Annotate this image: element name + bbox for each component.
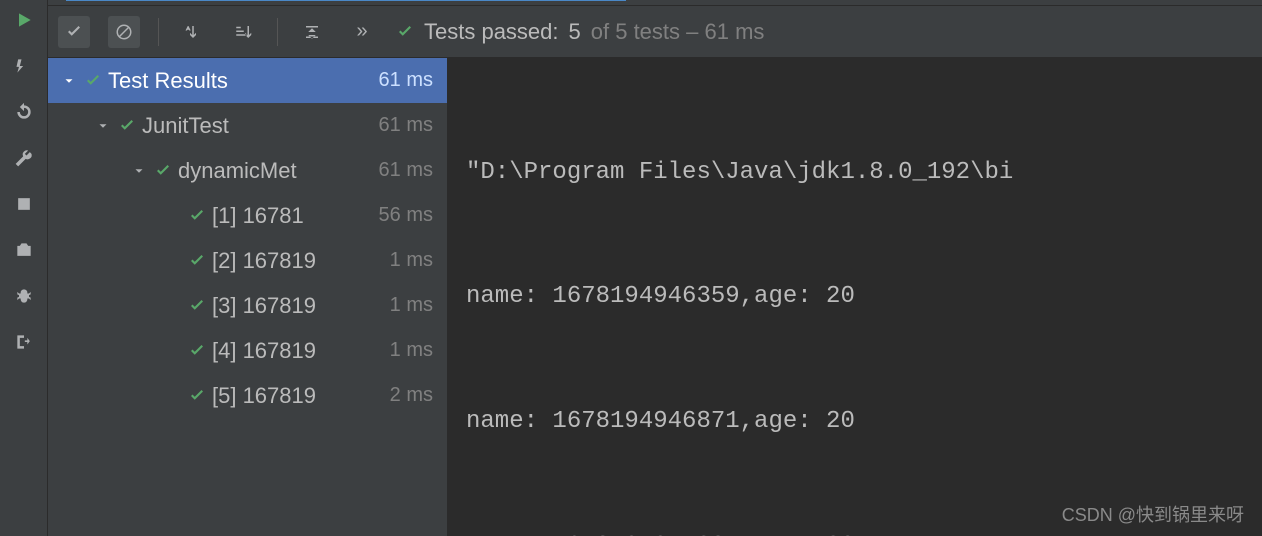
stop-icon[interactable] [12,192,36,216]
console-line: name: 1678194946359,age: 20 [466,274,1244,322]
chevron-down-icon [96,119,112,133]
tree-root[interactable]: Test Results 61 ms [48,58,447,103]
wrench-icon[interactable] [12,146,36,170]
check-icon [188,387,206,405]
exit-icon[interactable] [12,330,36,354]
reuse-icon[interactable] [12,54,36,78]
tree-label: [2] 167819 [212,248,316,274]
chevron-down-icon [62,74,78,88]
side-rail [0,0,48,536]
tree-item[interactable]: [1] 16781 56 ms [48,193,447,238]
test-status: Tests passed: 5 of 5 tests – 61 ms [396,19,764,45]
tree-item[interactable]: [3] 167819 1 ms [48,283,447,328]
tree-label: [4] 167819 [212,338,316,364]
tree-time: 2 ms [384,384,433,407]
content-split: Test Results 61 ms JunitTest 61 ms dynam… [48,58,1262,536]
tree-time: 1 ms [384,294,433,317]
tree-time: 61 ms [373,114,433,137]
tree-suite[interactable]: JunitTest 61 ms [48,103,447,148]
tree-item[interactable]: [5] 167819 2 ms [48,373,447,418]
status-passed-count: 5 [569,19,581,45]
tree-time: 1 ms [384,339,433,362]
status-total: of 5 tests – 61 ms [591,19,765,45]
tree-label: JunitTest [142,113,229,139]
sort-alpha-button[interactable] [177,16,209,48]
console-line: name: 1678194946871,age: 20 [466,398,1244,446]
tree-label: dynamicMet [178,158,297,184]
main-panel: » Tests passed: 5 of 5 tests – 61 ms Tes… [48,0,1262,536]
status-prefix: Tests passed: [424,19,559,45]
test-tree[interactable]: Test Results 61 ms JunitTest 61 ms dynam… [48,58,448,536]
tree-method[interactable]: dynamicMet 61 ms [48,148,447,193]
check-icon [396,23,414,41]
chevron-down-icon [132,164,148,178]
watermark: CSDN @快到锅里来呀 [1062,501,1244,530]
tree-label: Test Results [108,68,228,94]
restart-icon[interactable] [12,100,36,124]
check-icon [188,342,206,360]
check-icon [188,252,206,270]
tree-item[interactable]: [2] 167819 1 ms [48,238,447,283]
tree-time: 61 ms [373,159,433,182]
console-output[interactable]: "D:\Program Files\Java\jdk1.8.0_192\bi n… [448,58,1262,536]
expand-all-button[interactable] [296,16,328,48]
toolbar-divider [158,18,159,46]
check-icon [188,297,206,315]
test-toolbar: » Tests passed: 5 of 5 tests – 61 ms [48,6,1262,58]
check-icon [84,72,102,90]
bug-icon[interactable] [12,284,36,308]
check-icon [154,162,172,180]
tree-time: 56 ms [373,204,433,227]
tree-label: [1] 16781 [212,203,304,229]
console-line: "D:\Program Files\Java\jdk1.8.0_192\bi [466,149,1244,197]
check-icon [118,117,136,135]
run-icon[interactable] [12,8,36,32]
tree-time: 1 ms [384,249,433,272]
tree-time: 61 ms [373,69,433,92]
tab-strip [48,0,1262,6]
check-icon [188,207,206,225]
show-passed-button[interactable] [58,16,90,48]
tree-label: [5] 167819 [212,383,316,409]
toolbar-divider [277,18,278,46]
tree-item[interactable]: [4] 167819 1 ms [48,328,447,373]
camera-icon[interactable] [12,238,36,262]
sort-duration-button[interactable] [227,16,259,48]
more-button[interactable]: » [346,16,378,48]
show-ignored-button[interactable] [108,16,140,48]
tree-label: [3] 167819 [212,293,316,319]
